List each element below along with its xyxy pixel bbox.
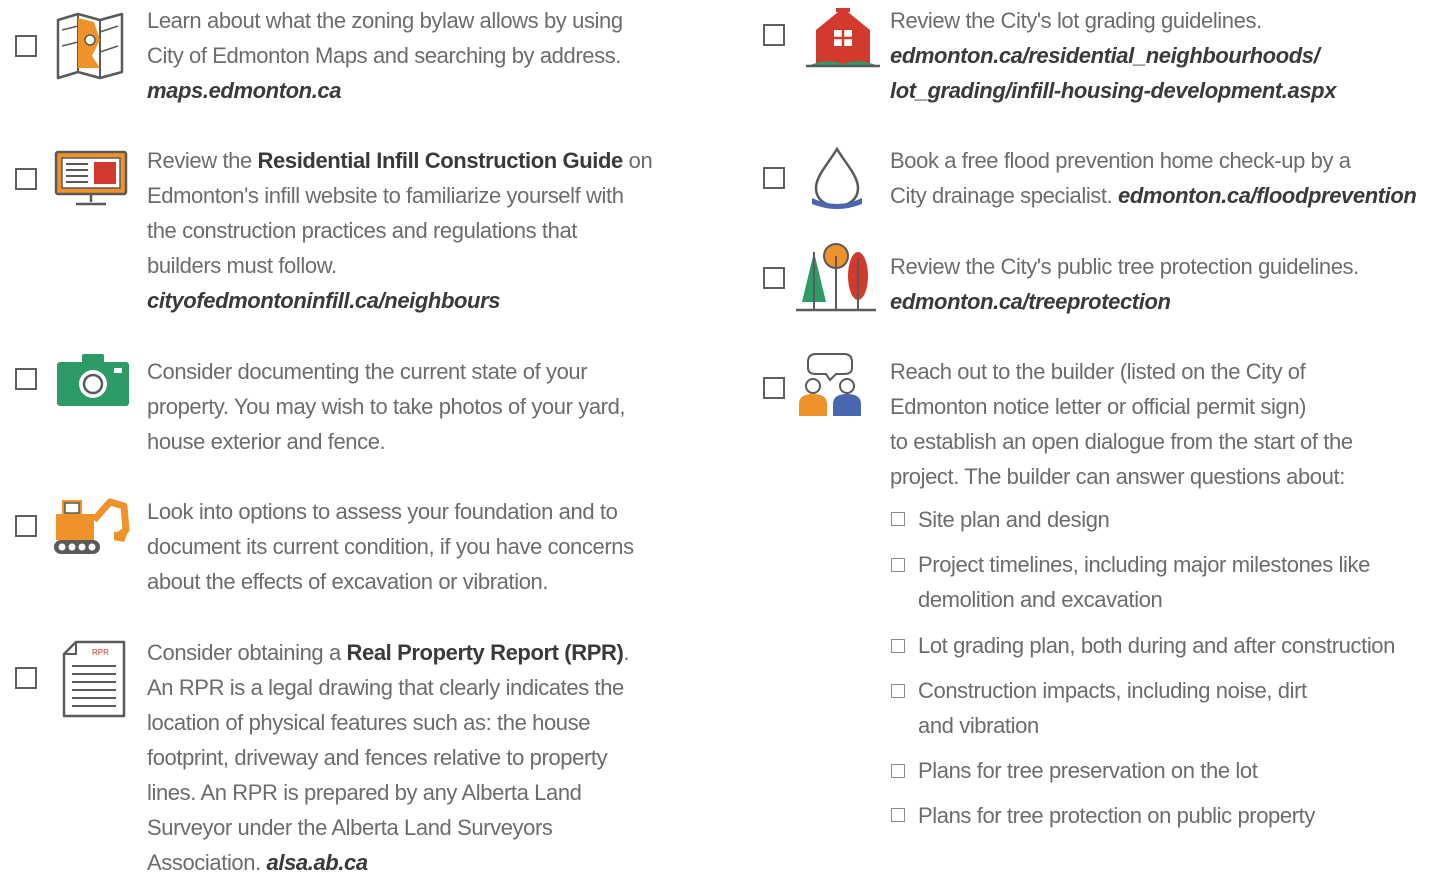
text-line: Consider documenting the current state o… bbox=[147, 359, 588, 384]
sub-checkbox[interactable] bbox=[891, 639, 905, 653]
text-line: Project timelines, including major miles… bbox=[918, 552, 1370, 577]
link-maps[interactable]: maps.edmonton.ca bbox=[147, 73, 623, 108]
item-text: Reach out to the builder (listed on the … bbox=[890, 354, 1353, 494]
item-text: Look into options to assess your foundat… bbox=[147, 494, 634, 599]
text-line: property. You may wish to take photos of… bbox=[147, 394, 626, 419]
text-line: house exterior and fence. bbox=[147, 429, 386, 454]
text-line: Book a free flood prevention home check-… bbox=[890, 148, 1351, 173]
sub-item-text: Construction impacts, including noise, d… bbox=[918, 673, 1307, 743]
checkbox[interactable] bbox=[763, 167, 785, 189]
link-tree[interactable]: edmonton.ca/treeprotection bbox=[890, 284, 1359, 319]
item-text: Consider obtaining a Real Property Repor… bbox=[147, 635, 629, 880]
text-line: City of Edmonton Maps and searching by a… bbox=[147, 43, 622, 68]
link-infill[interactable]: cityofedmontoninfill.ca/neighbours bbox=[147, 283, 652, 318]
checkbox[interactable] bbox=[763, 377, 785, 399]
item-text: Book a free flood prevention home check-… bbox=[890, 143, 1417, 213]
sub-checkbox[interactable] bbox=[891, 684, 905, 698]
link-flood[interactable]: edmonton.ca/floodprevention bbox=[1118, 183, 1417, 208]
checkbox[interactable] bbox=[15, 368, 37, 390]
item-text: Review the Residential Infill Constructi… bbox=[147, 143, 653, 318]
text-segment: Association. bbox=[147, 850, 267, 875]
item-text: Review the City's public tree protection… bbox=[890, 249, 1359, 319]
sub-item-text: Lot grading plan, both during and after … bbox=[918, 633, 1395, 658]
excavator-icon bbox=[52, 496, 130, 563]
map-icon bbox=[54, 10, 126, 87]
text-line: demolition and excavation bbox=[918, 587, 1163, 612]
text-segment: City drainage specialist. bbox=[890, 183, 1119, 208]
text-line: document its current condition, if you h… bbox=[147, 534, 634, 559]
text-line: location of physical features such as: t… bbox=[147, 710, 591, 735]
text-line: to establish an open dialogue from the s… bbox=[890, 429, 1353, 454]
monitor-icon bbox=[54, 150, 128, 213]
checkbox[interactable] bbox=[15, 515, 37, 537]
checkbox[interactable] bbox=[15, 35, 37, 57]
checkbox[interactable] bbox=[763, 267, 785, 289]
water-drop-icon bbox=[808, 146, 866, 217]
sub-item-text: Site plan and design bbox=[918, 507, 1110, 532]
house-icon bbox=[806, 4, 880, 73]
sub-checkbox[interactable] bbox=[891, 764, 905, 778]
trees-icon bbox=[796, 242, 876, 319]
item-text: Review the City's lot grading guidelines… bbox=[890, 3, 1336, 108]
document-icon: RPR bbox=[62, 640, 126, 723]
sub-checkbox[interactable] bbox=[891, 808, 905, 822]
checkbox[interactable] bbox=[763, 24, 785, 46]
text-line: Edmonton notice letter or official permi… bbox=[890, 394, 1307, 419]
text-line: Look into options to assess your foundat… bbox=[147, 499, 618, 524]
text-line: and vibration bbox=[918, 713, 1039, 738]
checkbox[interactable] bbox=[15, 667, 37, 689]
text-line: footprint, driveway and fences relative … bbox=[147, 745, 608, 770]
link-lot-grading[interactable]: lot_grading/infill-housing-development.a… bbox=[890, 73, 1336, 108]
item-text: Consider documenting the current state o… bbox=[147, 354, 626, 459]
guide-title: Residential Infill Construction Guide bbox=[257, 148, 624, 173]
link-alsa[interactable]: alsa.ab.ca bbox=[267, 850, 369, 875]
text-line: builders must follow. bbox=[147, 253, 337, 278]
rpr-title: Real Property Report (RPR) bbox=[346, 640, 624, 665]
text-line: An RPR is a legal drawing that clearly i… bbox=[147, 675, 624, 700]
people-icon bbox=[796, 350, 864, 425]
text-line: lines. An RPR is prepared by any Alberta… bbox=[147, 780, 582, 805]
text-line: Review the City's lot grading guidelines… bbox=[890, 8, 1262, 33]
text-line: the construction practices and regulatio… bbox=[147, 218, 578, 243]
sub-item-text: Project timelines, including major miles… bbox=[918, 547, 1370, 617]
link-lot-grading[interactable]: edmonton.ca/residential_neighbourhoods/ bbox=[890, 38, 1336, 73]
sub-checkbox[interactable] bbox=[891, 512, 905, 526]
sub-item-text: Plans for tree preservation on the lot bbox=[918, 758, 1258, 783]
checkbox[interactable] bbox=[15, 168, 37, 190]
text-line: Construction impacts, including noise, d… bbox=[918, 678, 1307, 703]
sub-item-text: Plans for tree protection on public prop… bbox=[918, 803, 1315, 828]
text-segment: Review the bbox=[147, 148, 258, 173]
text-line: Reach out to the builder (listed on the … bbox=[890, 359, 1306, 384]
item-text: Learn about what the zoning bylaw allows… bbox=[147, 3, 623, 108]
text-line: Edmonton's infill website to familiarize… bbox=[147, 183, 624, 208]
text-line: Review the City's public tree protection… bbox=[890, 254, 1359, 279]
text-segment: on bbox=[622, 148, 653, 173]
camera-icon bbox=[56, 352, 130, 413]
sub-checkbox[interactable] bbox=[891, 558, 905, 572]
rpr-icon-label: RPR bbox=[92, 648, 109, 657]
text-line: Surveyor under the Alberta Land Surveyor… bbox=[147, 815, 553, 840]
text-segment: Consider obtaining a bbox=[147, 640, 347, 665]
text-line: Learn about what the zoning bylaw allows… bbox=[147, 8, 623, 33]
text-line: project. The builder can answer question… bbox=[890, 464, 1345, 489]
text-line: about the effects of excavation or vibra… bbox=[147, 569, 549, 594]
text-segment: . bbox=[623, 640, 630, 665]
